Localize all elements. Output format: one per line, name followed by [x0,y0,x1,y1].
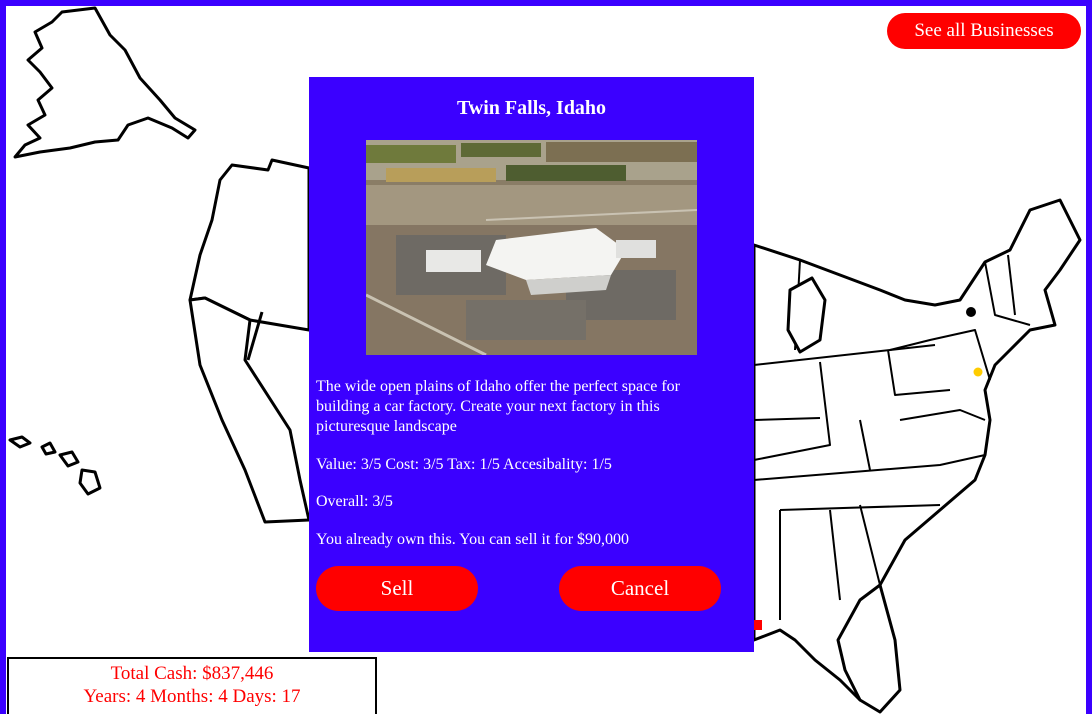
red-marker[interactable] [754,620,762,630]
modal-overall: Overall: 3/5 [316,493,393,510]
factory-photo [366,140,697,355]
modal-title: Twin Falls, Idaho [456,97,607,119]
game-time: Years: 4 Months: 4 Days: 17 [83,686,301,707]
modal-owned-text: You already own this. You can sell it fo… [316,531,630,548]
modal-description: The wide open plains of Idaho offer the … [316,378,680,435]
hawaii-island-2[interactable] [40,441,57,456]
hawaii-island-3[interactable] [58,450,80,468]
cancel-button[interactable]: Cancel [559,566,721,611]
owned-business-marker[interactable] [966,307,976,317]
california-region[interactable] [188,296,311,524]
status-panel: Total Cash: $837,446 Years: 4 Months: 4 … [7,657,377,714]
location-modal: Twin Falls, Idaho The wide open plains o… [309,77,754,652]
sell-button[interactable]: Sell [316,566,478,611]
highlight-business-marker[interactable] [973,367,983,377]
michigan-state[interactable] [786,276,827,354]
alaska-state[interactable] [13,6,197,159]
hawaii-island-1[interactable] [8,435,32,449]
hawaii-island-4[interactable] [78,468,102,496]
total-cash: Total Cash: $837,446 [110,663,274,684]
see-all-businesses-button[interactable]: See all Businesses [887,13,1081,49]
modal-stats: Value: 3/5 Cost: 3/5 Tax: 1/5 Accesibali… [316,456,612,473]
